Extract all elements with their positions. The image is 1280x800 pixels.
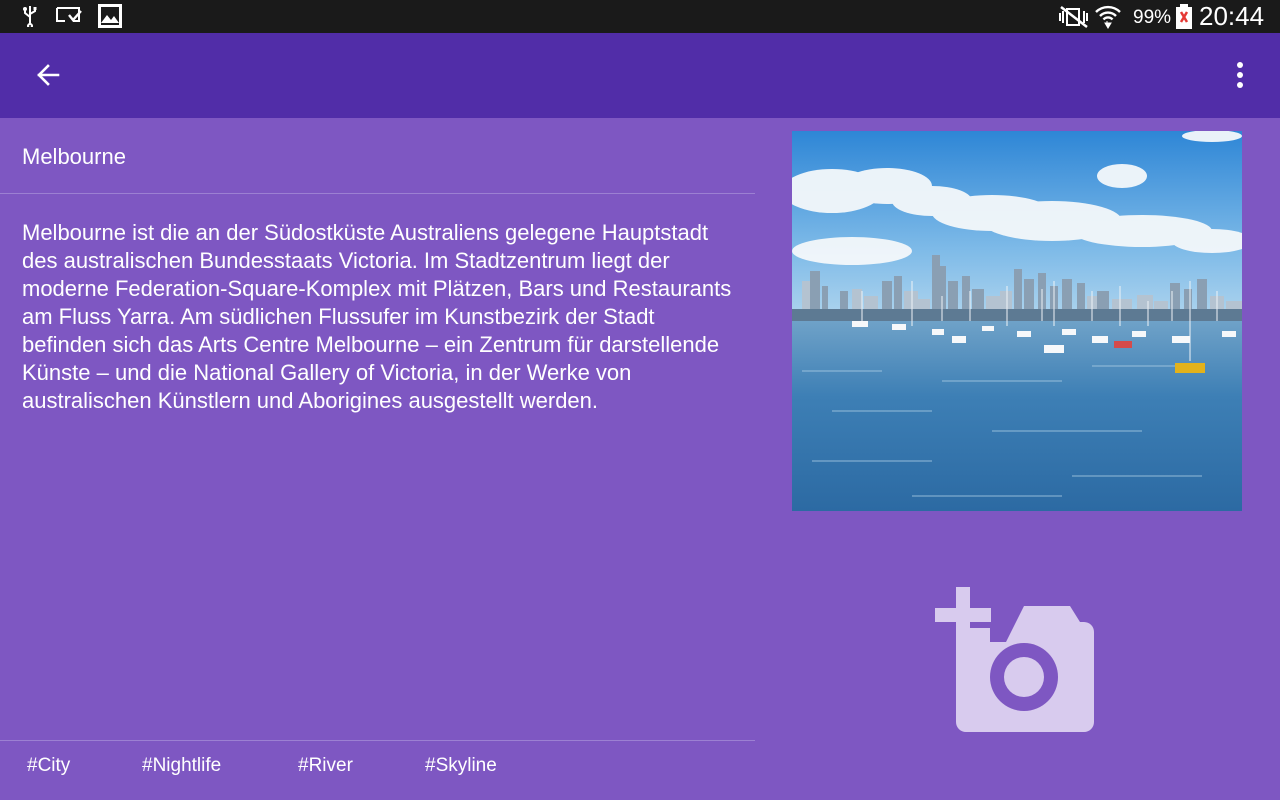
- skyline-photo: [792, 131, 1242, 511]
- add-photo-button[interactable]: [932, 584, 1096, 734]
- battery-percent: 99%: [1133, 7, 1172, 28]
- clock: 20:44: [1199, 1, 1265, 31]
- tag-city[interactable]: #City: [27, 755, 70, 777]
- add-a-photo-icon: [935, 587, 1094, 732]
- more-vert-icon: [1237, 62, 1243, 88]
- overflow-menu-button[interactable]: [1222, 55, 1258, 95]
- back-button[interactable]: [28, 55, 68, 95]
- usb-icon: [23, 6, 37, 27]
- tag-nightlife[interactable]: #Nightlife: [142, 755, 221, 777]
- wifi-icon: [1095, 5, 1121, 29]
- arrow-left-icon: [37, 64, 60, 86]
- tag-list: #City #Nightlife #River #Skyline: [0, 752, 755, 788]
- tag-skyline[interactable]: #Skyline: [425, 755, 497, 777]
- cast-download-icon: [56, 7, 82, 22]
- vibrate-mute-icon: [1059, 6, 1088, 28]
- title-divider: [0, 193, 755, 194]
- app-bar: [0, 33, 1280, 118]
- battery-icon: [1176, 4, 1192, 29]
- status-bar: 99% 20:44: [0, 0, 1280, 33]
- tags-divider: [0, 740, 755, 741]
- place-photo[interactable]: [792, 131, 1242, 511]
- place-description: Melbourne ist die an der Südostküste Aus…: [22, 220, 732, 413]
- place-title: Melbourne: [22, 144, 126, 169]
- tag-river[interactable]: #River: [298, 755, 353, 777]
- image-icon: [98, 4, 122, 28]
